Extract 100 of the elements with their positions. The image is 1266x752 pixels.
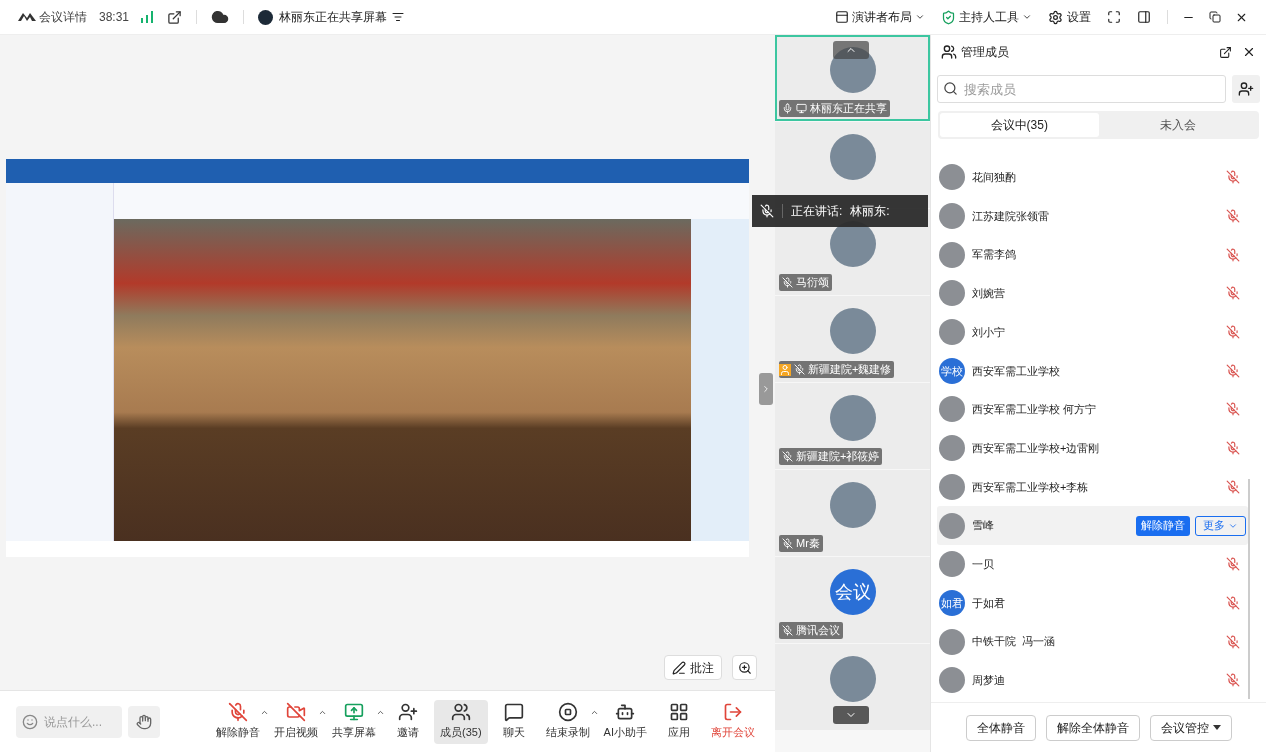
mic-off-icon[interactable]: [1226, 634, 1240, 649]
mic-off-icon: [782, 625, 793, 636]
toolbar-button[interactable]: 解除静音: [210, 699, 266, 744]
settings-button[interactable]: 设置: [1048, 8, 1091, 26]
caret-icon: [1212, 725, 1221, 730]
chat-icon: [503, 702, 524, 723]
member-row[interactable]: 刘婉营: [937, 274, 1248, 313]
layout-menu-button[interactable]: 演讲者布局: [835, 8, 925, 26]
mic-off-icon: [228, 702, 248, 723]
sharer-avatar: [258, 9, 274, 25]
participant-name: Mr秦: [796, 536, 820, 552]
footer-button[interactable]: 会议管控: [1149, 714, 1232, 741]
member-name: 刘婉营: [972, 286, 1005, 302]
avatar-text: 学校: [939, 357, 965, 384]
mic-off-icon[interactable]: [1226, 286, 1240, 301]
mic-off-icon: [782, 451, 793, 462]
toolbar-button[interactable]: 邀请: [384, 699, 432, 744]
tab[interactable]: 未入会: [1098, 113, 1257, 137]
member-row[interactable]: 如君 于如君: [937, 583, 1248, 623]
toolbar-button[interactable]: 开启视频: [268, 699, 324, 744]
member-name: 刘小宁: [972, 324, 1005, 340]
member-row[interactable]: 雪峰 解除静音 更多: [937, 506, 1248, 545]
footer-button[interactable]: 全体静音: [965, 714, 1036, 741]
exit-icon: [723, 702, 743, 723]
host-icon: [779, 363, 791, 376]
avatar: [939, 241, 965, 268]
search-field[interactable]: 搜索成员: [937, 75, 1226, 103]
toolbar-button[interactable]: 共享屏幕: [326, 699, 382, 744]
member-name: 西安军需工业学校+李栋: [972, 479, 1089, 495]
mic-off-icon[interactable]: [1226, 170, 1240, 185]
mic-off-icon[interactable]: [1226, 325, 1240, 340]
toolbar-button[interactable]: 结束录制: [539, 699, 596, 744]
mic-off-icon: [782, 538, 793, 549]
mic-off-icon[interactable]: [1226, 247, 1240, 262]
member-row[interactable]: 学校 西安军需工业学校: [937, 351, 1248, 391]
tab[interactable]: 会议中(35): [940, 113, 1099, 137]
mic-off-icon[interactable]: [1226, 557, 1240, 572]
member-row[interactable]: 西安军需工业学校+李栋: [937, 467, 1248, 507]
mic-icon: [782, 103, 793, 114]
mic-off-icon[interactable]: [1226, 441, 1240, 456]
list-icon[interactable]: [392, 11, 405, 23]
pop-out-icon[interactable]: [1219, 45, 1232, 59]
mic-off-icon[interactable]: [1226, 673, 1240, 688]
annotate-button[interactable]: 批注: [664, 655, 722, 680]
video-off-icon: [286, 702, 306, 723]
participant-name: 新疆建院+祁筱婷: [796, 449, 880, 465]
users-icon: [450, 702, 471, 723]
meeting-duration: 38:31: [99, 9, 130, 26]
participant-name: 林丽东正在共享: [810, 101, 887, 117]
toolbar-button[interactable]: AI小助手: [597, 699, 653, 744]
toolbar-button[interactable]: 聊天: [489, 699, 538, 744]
avatar: [939, 164, 965, 191]
scroll-up-button[interactable]: [833, 41, 869, 59]
host-tools-button[interactable]: 主持人工具: [941, 8, 1032, 26]
settings-icon: [1048, 9, 1063, 25]
footer-button[interactable]: 解除全体静音: [1045, 714, 1140, 741]
mic-off-icon[interactable]: [1226, 402, 1240, 417]
member-row[interactable]: 军需李鸽: [937, 235, 1248, 275]
mic-off-icon[interactable]: [1226, 479, 1240, 494]
caret-icon: [915, 12, 925, 22]
mic-off-icon[interactable]: [1226, 363, 1240, 378]
close-icon[interactable]: [1242, 45, 1256, 59]
member-row[interactable]: 花间独酌: [937, 158, 1248, 197]
member-row[interactable]: 一贝: [937, 544, 1248, 584]
mic-off-icon[interactable]: [1226, 595, 1240, 610]
sidebar-toggle-icon[interactable]: [1137, 10, 1151, 24]
add-member-button[interactable]: [1232, 75, 1260, 103]
member-name: 一贝: [972, 556, 994, 572]
avatar: [939, 473, 965, 500]
member-row[interactable]: 周梦迪: [937, 660, 1248, 700]
member-name: 军需李鸽: [972, 247, 1016, 263]
member-row[interactable]: 中铁干院 冯一涵: [937, 622, 1248, 661]
more-button[interactable]: 更多: [1195, 515, 1246, 536]
member-name: 中铁干院 冯一涵: [972, 634, 1056, 650]
chat-input[interactable]: 说点什么...: [16, 705, 122, 738]
unmute-button[interactable]: 解除静音: [1136, 515, 1190, 536]
toolbar-button[interactable]: 成员(35): [434, 699, 488, 744]
scroll-down-button[interactable]: [833, 706, 869, 724]
pop-out-icon[interactable]: [167, 9, 183, 25]
participant-name: 腾讯会议: [796, 623, 840, 639]
zoom-button[interactable]: [732, 655, 757, 680]
fullscreen-icon[interactable]: [1107, 10, 1121, 24]
meeting-info-button[interactable]: 会议详情: [39, 8, 87, 26]
raise-hand-button[interactable]: [128, 705, 160, 738]
member-row[interactable]: 刘小宁: [937, 312, 1248, 352]
toolbar-button[interactable]: 应用: [654, 699, 703, 744]
avatar: [939, 280, 965, 307]
leave-meeting-button[interactable]: 离开会议: [707, 699, 759, 744]
member-row[interactable]: 江苏建院张领雷: [937, 196, 1248, 236]
member-name: 花间独酌: [972, 170, 1016, 186]
avatar: [939, 319, 965, 346]
caret-icon: [1022, 12, 1032, 22]
member-row[interactable]: 西安军需工业学校 何方宁: [937, 390, 1248, 429]
cloud-record-icon[interactable]: [211, 8, 230, 26]
mic-off-icon: [794, 364, 805, 375]
panel-title: 管理成员: [961, 44, 1009, 61]
mic-off-icon[interactable]: [1226, 209, 1240, 224]
mic-off-icon: [760, 204, 774, 218]
restore-icon[interactable]: [1209, 11, 1221, 23]
member-row[interactable]: 西安军需工业学校+边雷刚: [937, 428, 1248, 468]
